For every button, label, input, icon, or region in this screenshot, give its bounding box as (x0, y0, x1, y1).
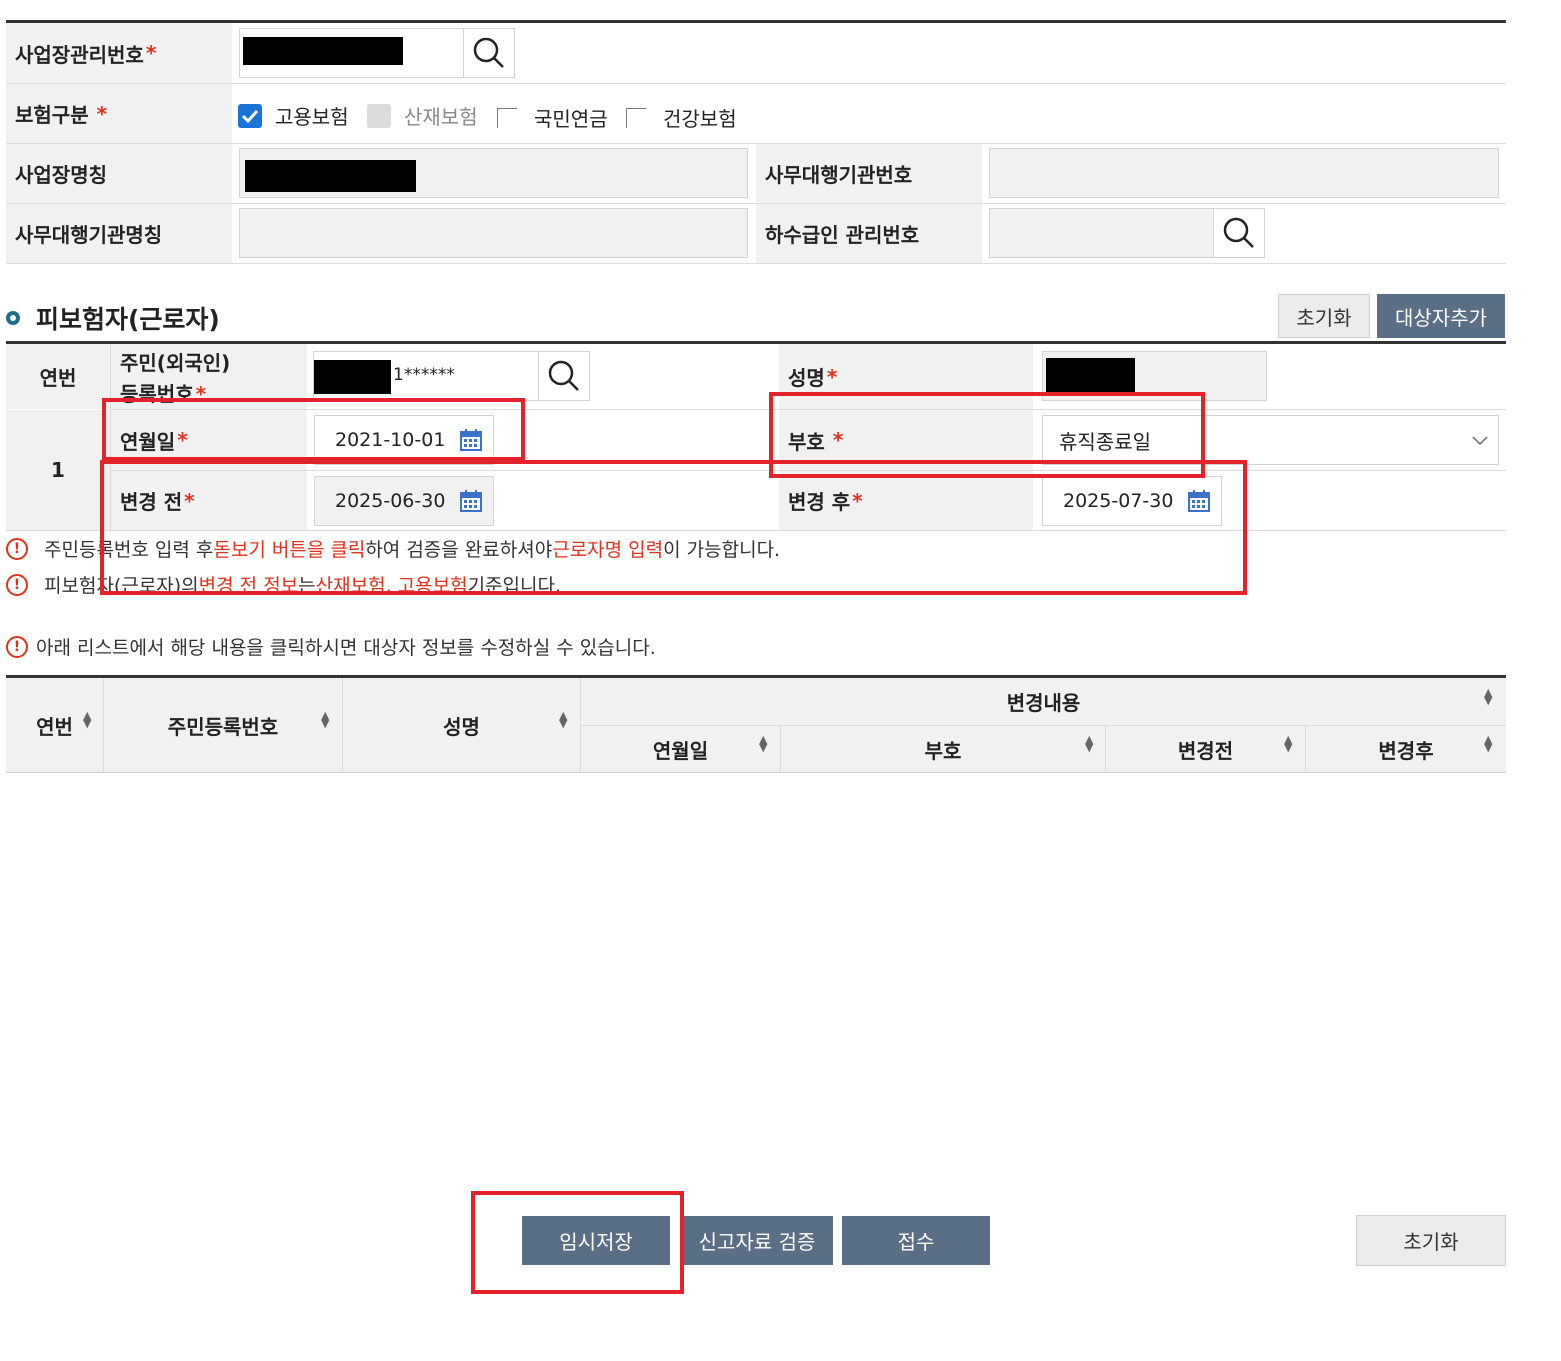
checkbox-unchecked-icon (626, 107, 646, 128)
before-date-input: 2025-06-30 (314, 476, 494, 526)
notice-before-info: ! 피보험자(근로자)의 변경 전 정보 는 산재보험, 고용보험 기준입니다. (6, 571, 561, 598)
chevron-down-icon (1472, 436, 1488, 446)
sort-icon[interactable]: ▲ ▼ (83, 710, 91, 729)
calendar-icon[interactable] (1188, 490, 1210, 512)
mgmt-no-label: 사업장관리번호 * (6, 23, 232, 83)
business-name-input (239, 148, 748, 198)
rrn-suffix: 1****** (393, 365, 455, 385)
rrn-label: 주민(외국인) 등록번호 * (111, 344, 307, 409)
checkbox-disabled-icon (367, 103, 391, 128)
checkbox-unchecked-icon (497, 107, 517, 128)
sort-icon[interactable]: ▲ ▼ (1484, 734, 1492, 753)
agency-name-label: 사무대행기관명칭 (6, 204, 232, 263)
redacted-value (314, 360, 391, 394)
date-label: 연월일 * (111, 410, 307, 470)
after-label: 변경 후 * (779, 471, 1033, 530)
sort-icon[interactable]: ▲ ▼ (321, 710, 329, 729)
agency-name-input (239, 208, 748, 258)
subcontractor-input[interactable] (989, 208, 1215, 258)
validate-button[interactable]: 신고자료 검증 (681, 1216, 833, 1265)
mgmt-no-search-button[interactable] (463, 28, 515, 78)
calendar-icon[interactable] (460, 429, 482, 451)
name-label: 성명 * (779, 344, 1033, 409)
redacted-value (245, 160, 416, 192)
insurance-employment-checkbox[interactable]: 고용보험 (238, 101, 349, 130)
sort-icon[interactable]: ▲ ▼ (559, 710, 567, 729)
date-input[interactable]: 2021-10-01 (314, 415, 494, 465)
bullet-icon (6, 311, 20, 325)
seq-value: 1 (6, 410, 110, 530)
list-header-rrn[interactable]: 주민등록번호 (104, 678, 342, 772)
rrn-search-button[interactable] (538, 351, 590, 401)
before-label: 변경 전 * (111, 471, 307, 530)
list-header-before[interactable]: 변경전 (1106, 726, 1305, 772)
seq-header: 연번 (6, 344, 110, 409)
redacted-value (1046, 358, 1135, 394)
list-header-date[interactable]: 연월일 (581, 726, 780, 772)
business-name-label: 사업장명칭 (6, 144, 232, 203)
list-header-change-group[interactable]: 변경내용 (581, 678, 1506, 725)
code-label: 부호 * (779, 410, 1033, 470)
subcontractor-label: 하수급인 관리번호 (756, 204, 982, 263)
sort-icon[interactable]: ▲ ▼ (1484, 687, 1492, 706)
form-bottom-border (6, 530, 1506, 531)
warning-icon: ! (6, 635, 28, 658)
checkbox-checked-icon (238, 103, 262, 128)
section-title: 피보험자(근로자) (6, 300, 220, 336)
bottom-reset-button[interactable]: 초기화 (1356, 1215, 1506, 1266)
list-header-bottom (6, 772, 1506, 773)
sort-icon[interactable]: ▲ ▼ (1085, 734, 1093, 753)
submit-button[interactable]: 접수 (842, 1216, 990, 1265)
insurance-health-checkbox[interactable]: 건강보험 (626, 103, 737, 132)
sort-icon[interactable]: ▲ ▼ (1284, 734, 1292, 753)
search-icon (473, 37, 504, 68)
warning-icon: ! (6, 573, 28, 596)
calendar-icon (460, 490, 482, 512)
search-icon (1223, 217, 1254, 248)
redacted-value (243, 37, 403, 65)
mgmt-no-input[interactable] (239, 28, 465, 78)
sort-icon[interactable]: ▲ ▼ (759, 734, 767, 753)
list-header-name[interactable]: 성명 (343, 678, 580, 772)
name-input (1042, 351, 1267, 401)
agency-no-label: 사무대행기관번호 (756, 144, 982, 203)
temp-save-button[interactable]: 임시저장 (522, 1216, 670, 1265)
insurance-pension-checkbox[interactable]: 국민연금 (497, 103, 608, 132)
agency-no-input (989, 148, 1499, 198)
subcontractor-search-button[interactable] (1213, 208, 1265, 258)
list-header-after[interactable]: 변경후 (1306, 726, 1506, 772)
after-date-input[interactable]: 2025-07-30 (1042, 476, 1222, 526)
rrn-input[interactable]: 1****** (313, 351, 539, 401)
search-icon (548, 360, 579, 391)
notice-list-edit: ! 아래 리스트에서 해당 내용을 클릭하시면 대상자 정보를 수정하실 수 있… (6, 633, 656, 660)
notice-rrn-verify: ! 주민등록번호 입력 후 돋보기 버튼을 클릭 하여 검증을 완료하셔야 근로자… (6, 535, 780, 562)
add-target-button[interactable]: 대상자추가 (1377, 294, 1505, 338)
insurance-industrial-checkbox: 산재보험 (367, 101, 478, 130)
insurance-type-label: 보험구분 * (6, 84, 232, 143)
warning-icon: ! (6, 537, 28, 560)
code-select[interactable]: 휴직종료일 (1042, 415, 1499, 465)
section-reset-button[interactable]: 초기화 (1278, 294, 1370, 338)
row-divider (6, 263, 1506, 264)
list-header-code[interactable]: 부호 (781, 726, 1105, 772)
